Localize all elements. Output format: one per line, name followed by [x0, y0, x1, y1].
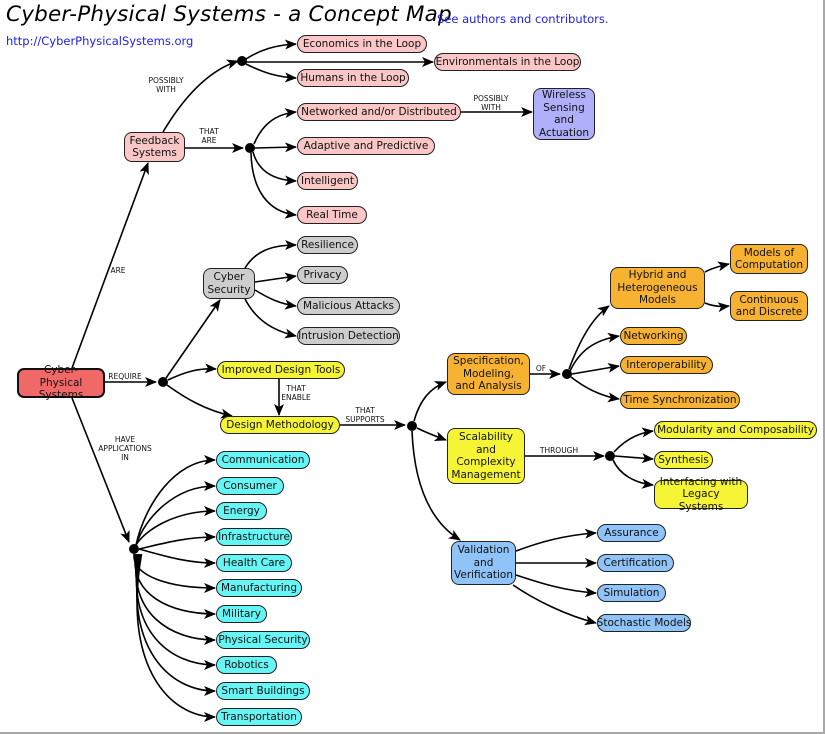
edge-hub-cyber [165, 299, 221, 379]
edge-hybrid-moc [704, 261, 730, 273]
node-improved-design-tools[interactable]: Improved Design Tools [217, 361, 345, 379]
edge-cps-hub-applications [71, 397, 130, 543]
edge-hub-hybrid [568, 305, 610, 370]
node-feedback-systems[interactable]: Feedback Systems [124, 132, 185, 162]
node-app-infrastructure[interactable]: Infrastructure [216, 528, 292, 546]
node-modularity-and-composability[interactable]: Modularity and Composability [654, 421, 817, 439]
node-adaptive-and-predictive[interactable]: Adaptive and Predictive [297, 137, 435, 155]
edge-hub-humans [245, 63, 297, 83]
edge-hub-app-infrastructure [138, 532, 216, 550]
edge-hub-app-manufacturing [133, 553, 216, 593]
node-app-robotics[interactable]: Robotics [216, 656, 277, 674]
edge-hub-intelligent [252, 151, 297, 186]
link-label-have-applications-in: HAVE APPLICATIONS IN [98, 435, 152, 462]
edge-hub-economics [245, 39, 297, 60]
hub-applications [129, 544, 139, 554]
node-app-manufacturing[interactable]: Manufacturing [216, 579, 302, 597]
node-environmentals-in-the-loop[interactable]: Environmentals in the Loop [434, 53, 581, 71]
node-resilience[interactable]: Resilience [297, 236, 358, 254]
node-real-time[interactable]: Real Time [297, 206, 367, 224]
link-label-that-supports: THAT SUPPORTS [345, 406, 385, 424]
edge-feedback-hub-possibly [162, 59, 239, 133]
node-app-smart-buildings[interactable]: Smart Buildings [216, 682, 310, 700]
node-app-transportation[interactable]: Transportation [216, 708, 302, 726]
edge-hub-app-transportation [136, 553, 216, 722]
edge-hub-legacy [612, 459, 654, 489]
link-label-possibly-with-wireless: POSSIBLY WITH [473, 94, 509, 112]
node-app-health-care[interactable]: Health Care [216, 554, 292, 572]
node-models-of-computation[interactable]: Models of Computation [730, 244, 808, 274]
edge-hub-networking [569, 332, 620, 372]
edge-hub-adaptive [254, 142, 297, 153]
edge-cyber-resilience [244, 240, 297, 269]
node-validation-and-verification[interactable]: Validation and Verification [451, 541, 516, 585]
edge-hub-interop [571, 362, 620, 375]
node-certification[interactable]: Certification [597, 554, 674, 572]
edge-hub-app-energy [135, 506, 216, 546]
node-wireless-sensing-actuation[interactable]: Wireless Sensing and Actuation [533, 88, 595, 140]
link-label-possibly-with: POSSIBLY WITH [148, 76, 184, 94]
node-interoperability[interactable]: Interoperability [620, 356, 713, 374]
edge-vv-assurance [515, 528, 597, 552]
edge-hub-synthesis [614, 453, 654, 464]
link-label-through: THROUGH [539, 446, 579, 455]
node-app-physical-security[interactable]: Physical Security [216, 631, 310, 649]
node-synthesis[interactable]: Synthesis [654, 451, 713, 469]
link-label-are: ARE [110, 266, 126, 275]
edge-hub-app-smart-buildings [135, 553, 216, 696]
edge-hybrid-contdisc [704, 302, 730, 313]
node-stochastic-models[interactable]: Stochastic Models [597, 614, 691, 632]
node-specification-modeling-analysis[interactable]: Specification, Modeling, and Analysis [447, 353, 530, 395]
node-app-consumer[interactable]: Consumer [216, 477, 284, 495]
link-label-that-are: THAT ARE [199, 127, 219, 145]
node-privacy[interactable]: Privacy [297, 266, 348, 284]
edge-hub-method [166, 384, 233, 419]
node-networking[interactable]: Networking [620, 327, 687, 345]
node-cyber-security[interactable]: Cyber Security [203, 268, 255, 299]
edge-vv-stochastic [512, 584, 597, 626]
edge-cyber-privacy [254, 272, 297, 283]
node-intrusion-detection[interactable]: Intrusion Detection [297, 327, 400, 345]
node-humans-in-the-loop[interactable]: Humans in the Loop [297, 69, 409, 87]
node-continuous-and-discrete[interactable]: Continuous and Discrete [730, 291, 808, 321]
link-label-require: REQUIRE [108, 372, 142, 381]
node-malicious-attacks[interactable]: Malicious Attacks [297, 297, 400, 315]
hub-require [158, 377, 168, 387]
node-app-military[interactable]: Military [216, 605, 267, 623]
edge-hub-networked [253, 108, 297, 145]
edge-hub-spec [413, 381, 447, 422]
node-cyber-physical-systems[interactable]: Cyber-Physical Systems [17, 364, 105, 401]
node-intelligent[interactable]: Intelligent [297, 172, 358, 190]
link-label-that-enable: THAT ENABLE [281, 384, 311, 402]
node-interfacing-with-legacy-systems[interactable]: Interfacing with Legacy Systems [654, 476, 748, 513]
edge-cyber-malicious [254, 289, 297, 310]
link-label-of: OF [535, 364, 547, 373]
edge-hub-modular [613, 427, 654, 453]
node-time-synchronization[interactable]: Time Synchronization [620, 391, 740, 409]
edge-vv-simulation [515, 574, 597, 598]
edge-hub-app-health-care [138, 548, 216, 568]
edge-hub-scal [416, 427, 447, 441]
hub-that-supports [407, 421, 417, 431]
node-hybrid-heterogeneous-models[interactable]: Hybrid and Heterogeneous Models [610, 267, 705, 309]
node-assurance[interactable]: Assurance [597, 524, 666, 542]
node-economics-in-the-loop[interactable]: Economics in the Loop [297, 35, 427, 53]
edge-hub-tools [167, 363, 217, 381]
node-app-communication[interactable]: Communication [216, 451, 310, 469]
hub-through [605, 451, 615, 461]
hub-possibly-with [237, 56, 247, 66]
node-simulation[interactable]: Simulation [597, 584, 666, 602]
node-networked-distributed[interactable]: Networked and/or Distributed [297, 103, 461, 121]
hub-that-are [245, 143, 255, 153]
edge-hub-app-consumer [135, 481, 216, 546]
node-app-energy[interactable]: Energy [216, 502, 267, 520]
node-scalability-complexity-management[interactable]: Scalability and Complexity Management [447, 428, 525, 484]
hub-of [562, 369, 572, 379]
edge-hub-timesync [570, 376, 620, 403]
node-design-methodology[interactable]: Design Methodology [220, 416, 340, 434]
